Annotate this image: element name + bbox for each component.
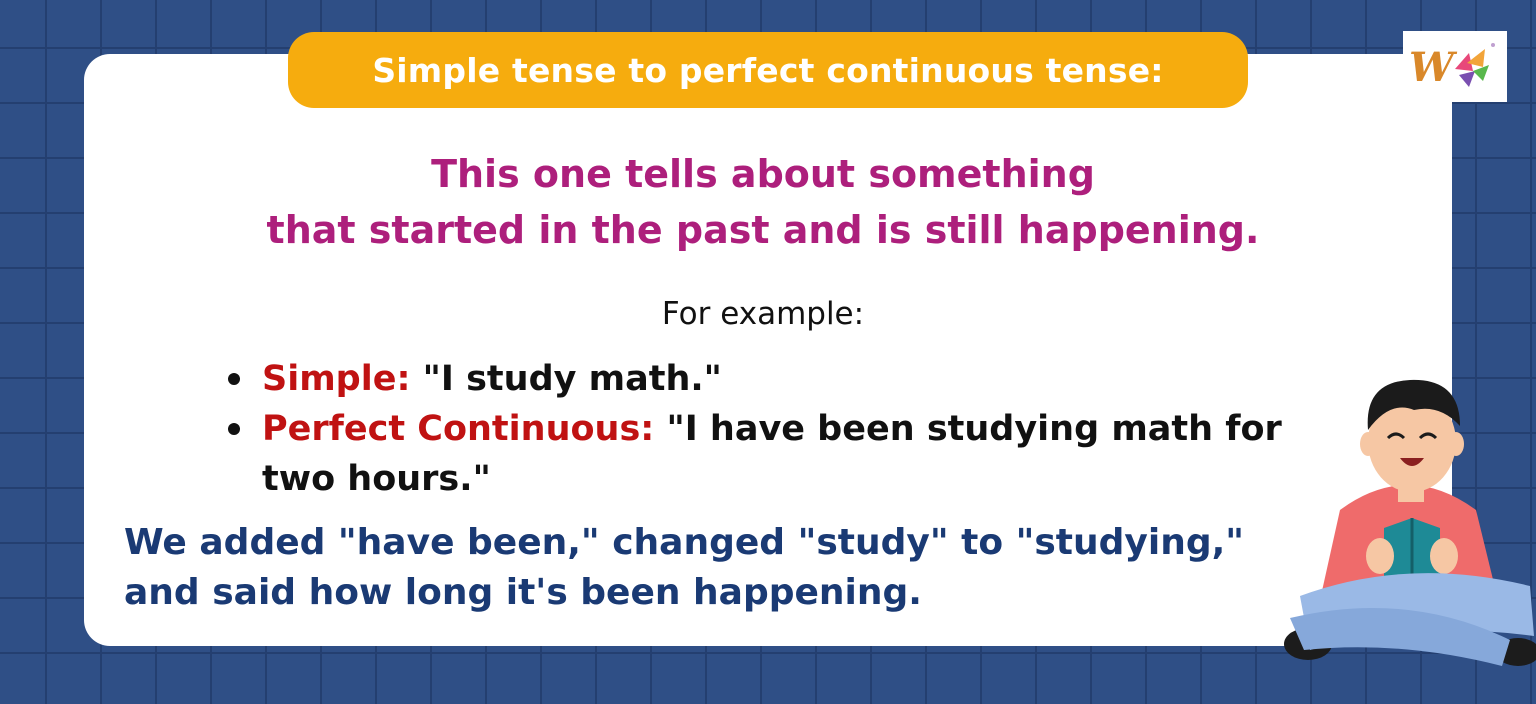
summary-line-2: and said how long it's been happening. [124, 572, 922, 613]
list-item: Perfect Continuous: "I have been studyin… [222, 404, 1312, 504]
boy-reading-illustration [1280, 360, 1536, 700]
example-label: For example: [661, 296, 865, 332]
summary-line-1: We added "have been," changed "study" to… [124, 522, 1245, 563]
title-banner: Simple tense to perfect continuous tense… [288, 32, 1248, 108]
example-sentence: "I study math." [422, 359, 722, 399]
svg-text:W: W [1409, 44, 1458, 91]
examples-list: Simple: "I study math." Perfect Continuo… [222, 354, 1312, 504]
brand-logo-icon: W [1403, 31, 1507, 102]
example-type-label: Simple: [262, 359, 411, 399]
summary: We added "have been," changed "study" to… [124, 518, 1324, 618]
title-text: Simple tense to perfect continuous tense… [372, 50, 1164, 90]
headline: This one tells about something that star… [100, 146, 1426, 258]
example-type-label: Perfect Continuous: [262, 409, 655, 449]
list-item: Simple: "I study math." [222, 354, 1312, 404]
headline-line-1: This one tells about something [431, 152, 1095, 196]
headline-line-2: that started in the past and is still ha… [266, 208, 1260, 252]
